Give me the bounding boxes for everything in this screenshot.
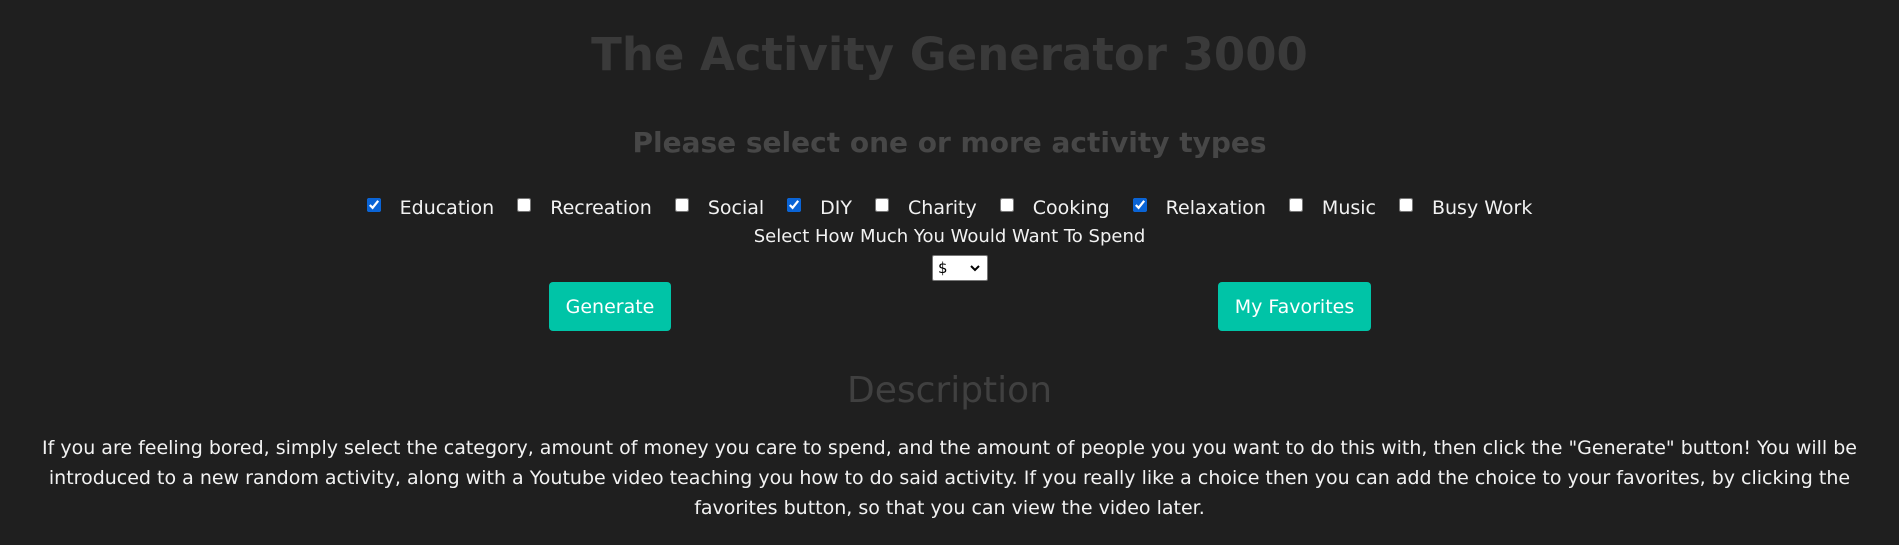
activity-type-option[interactable]: Busy Work	[1398, 192, 1533, 224]
activity-type-label: Music	[1321, 197, 1376, 219]
activity-type-option[interactable]: Recreation	[517, 192, 652, 224]
my-favorites-button[interactable]: My Favorites	[1218, 282, 1371, 331]
activity-type-label: Busy Work	[1431, 197, 1533, 219]
activity-type-option[interactable]: Education	[366, 192, 495, 224]
activity-type-option[interactable]: Cooking	[999, 192, 1110, 224]
description-text: If you are feeling bored, simply select …	[42, 437, 1857, 519]
activity-type-checkbox[interactable]	[999, 198, 1014, 212]
activity-type-label: Relaxation	[1165, 197, 1266, 219]
activity-type-checkbox[interactable]	[787, 198, 802, 212]
activity-type-checkbox[interactable]	[875, 198, 890, 212]
chevron-down-icon	[970, 265, 980, 272]
generate-button[interactable]: Generate	[549, 282, 671, 331]
description-heading: Description	[846, 370, 1053, 411]
activity-type-label: DIY	[820, 197, 853, 219]
activity-type-option[interactable]: Relaxation	[1132, 192, 1266, 224]
activity-type-label: Charity	[908, 197, 977, 219]
activity-type-checkbox[interactable]	[1398, 198, 1413, 212]
spend-select[interactable]: $	[932, 255, 988, 281]
activity-type-checkbox[interactable]	[1132, 198, 1147, 212]
activity-type-checkbox[interactable]	[366, 198, 381, 212]
activity-types-heading: Please select one or more activity types	[632, 126, 1267, 159]
activity-type-checkboxes: Education Recreation Social DIY Charity Cooki…	[0, 192, 1899, 224]
page-title: The Activity Generator 3000	[591, 28, 1308, 81]
activity-type-option[interactable]: Charity	[875, 192, 977, 224]
activity-type-label: Education	[399, 197, 495, 219]
spend-label: Select How Much You Would Want To Spend	[753, 226, 1146, 247]
activity-type-label: Social	[707, 197, 765, 219]
activity-type-option[interactable]: Music	[1288, 192, 1376, 224]
activity-type-checkbox[interactable]	[1288, 198, 1303, 212]
activity-type-label: Cooking	[1032, 197, 1110, 219]
activity-type-label: Recreation	[550, 197, 652, 219]
page: The Activity Generator 3000 Please selec…	[0, 0, 1899, 545]
spend-select-value: $	[938, 259, 948, 277]
activity-type-option[interactable]: DIY	[787, 192, 852, 224]
activity-type-checkbox[interactable]	[517, 198, 532, 212]
activity-type-checkbox[interactable]	[674, 198, 689, 212]
activity-type-option[interactable]: Social	[674, 192, 765, 224]
